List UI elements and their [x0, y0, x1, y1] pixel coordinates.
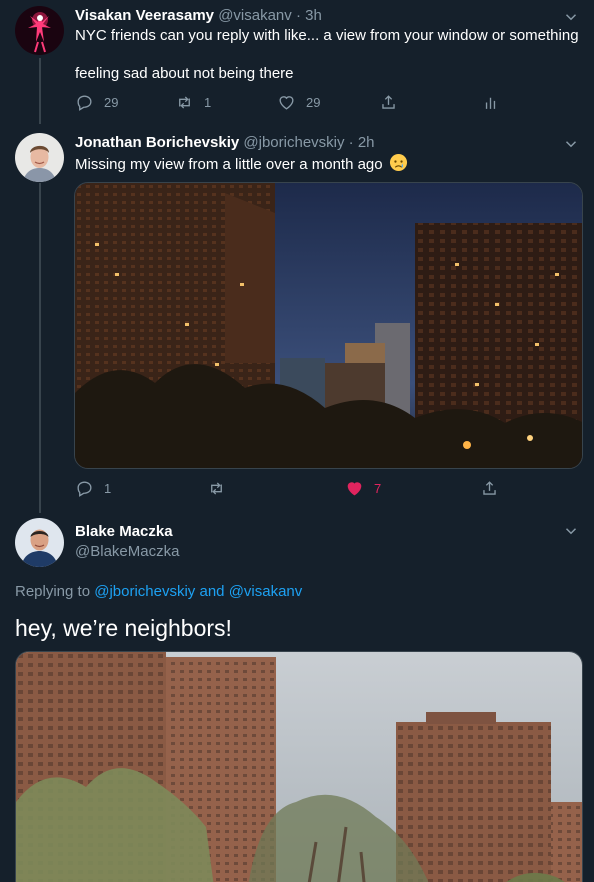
display-name[interactable]: Blake Maczka: [75, 523, 173, 540]
tweet-text-line: feeling sad about not being there: [75, 65, 294, 82]
reply-icon: [77, 481, 92, 497]
like-button[interactable]: 29: [277, 93, 320, 112]
timestamp[interactable]: 3h: [305, 7, 322, 24]
handle[interactable]: @jborichevskiy: [243, 134, 344, 151]
analytics-button[interactable]: [481, 93, 500, 112]
reply-count: 1: [104, 481, 112, 496]
retweet-count: 1: [204, 95, 212, 110]
tweet-photo[interactable]: [15, 651, 583, 882]
thread-line: [39, 183, 41, 513]
separator-dot: ·: [348, 134, 354, 151]
handle[interactable]: @BlakeMaczka: [75, 543, 179, 560]
tweet-photo[interactable]: [74, 182, 583, 469]
chevron-down-icon[interactable]: [562, 522, 580, 540]
like-count: 7: [374, 481, 382, 496]
replying-user-link[interactable]: @jborichevskiy: [94, 583, 195, 600]
display-name[interactable]: Jonathan Borichevskiy: [75, 134, 239, 151]
retweet-button[interactable]: 1: [175, 93, 211, 112]
replying-user-link[interactable]: @visakanv: [229, 583, 303, 600]
tweet-header: Blake Maczka: [75, 522, 173, 542]
replying-prefix: Replying to: [15, 583, 95, 600]
timestamp[interactable]: 2h: [358, 134, 375, 151]
avatar[interactable]: [15, 6, 64, 55]
tweet-text-line: NYC friends can you reply with like... a…: [75, 27, 579, 44]
share-button[interactable]: [480, 479, 499, 498]
handle[interactable]: @visakanv: [218, 7, 292, 24]
thread-line: [39, 58, 41, 124]
tweet-actions: 1 7: [75, 479, 515, 499]
share-icon: [382, 95, 395, 109]
tweet-header-handle: @BlakeMaczka: [75, 542, 179, 562]
tweet-text: Missing my view from a little over a mon…: [75, 153, 408, 175]
retweet-button[interactable]: [207, 479, 226, 498]
analytics-icon: [485, 97, 496, 109]
reply-count: 29: [104, 95, 119, 110]
reply-button[interactable]: 29: [75, 93, 118, 112]
tweet-actions: 29 1 29: [75, 93, 515, 113]
tweet-header: Visakan Veerasamy @visakanv · 3h: [75, 6, 322, 26]
reply-icon: [77, 95, 92, 111]
like-count: 29: [306, 95, 321, 110]
replying-and: and: [195, 583, 229, 600]
tweet-header: Jonathan Borichevskiy @jborichevskiy · 2…: [75, 133, 375, 153]
crying-face-icon: [389, 153, 407, 172]
avatar[interactable]: [15, 133, 64, 182]
chevron-down-icon[interactable]: [562, 135, 580, 153]
tweet-text-content: Missing my view from a little over a mon…: [75, 156, 383, 173]
like-button[interactable]: 7: [345, 479, 381, 498]
heart-icon: [279, 96, 294, 110]
avatar[interactable]: [15, 518, 64, 567]
reply-button[interactable]: 1: [75, 479, 111, 498]
chevron-down-icon[interactable]: [562, 8, 580, 26]
tweet-text: hey, we’re neighbors!: [15, 615, 232, 641]
retweet-icon: [179, 96, 190, 109]
replying-to: Replying to @jborichevskiy and @visakanv: [15, 582, 302, 602]
heart-icon: [347, 482, 362, 496]
display-name[interactable]: Visakan Veerasamy: [75, 7, 214, 24]
share-icon: [483, 481, 496, 495]
separator-dot: ·: [295, 7, 301, 24]
share-button[interactable]: [379, 93, 398, 112]
retweet-icon: [211, 482, 222, 495]
